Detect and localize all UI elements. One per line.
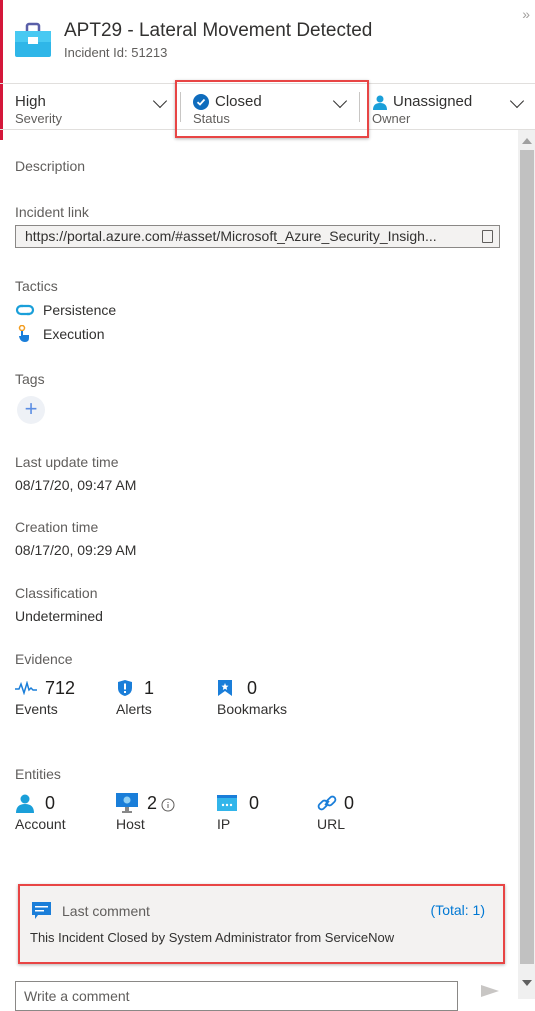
owner-value-row: Unassigned	[372, 93, 472, 110]
last-comment-header: Last comment	[32, 902, 150, 919]
comment-input-placeholder: Write a comment	[24, 988, 130, 1004]
scroll-down-arrow-icon[interactable]	[522, 980, 532, 986]
tags-label: Tags	[15, 371, 45, 387]
ip-label: IP	[217, 816, 231, 832]
owner-label: Owner	[372, 111, 411, 126]
ip-icon	[217, 795, 237, 811]
persistence-icon	[15, 304, 35, 316]
tactic-name: Execution	[43, 326, 105, 342]
tactic-item: Execution	[15, 325, 104, 343]
last-comment-text: This Incident Closed by System Administr…	[30, 930, 395, 945]
severity-label: Severity	[15, 111, 62, 126]
last-comment-title: Last comment	[62, 902, 150, 919]
scrollbar-thumb[interactable]	[520, 150, 534, 964]
host-icon	[116, 793, 138, 813]
scroll-up-arrow-icon[interactable]	[522, 138, 532, 144]
account-label: Account	[15, 816, 66, 832]
alerts-label: Alerts	[116, 701, 152, 717]
incident-header: APT29 - Lateral Movement Detected Incide…	[14, 18, 372, 62]
entities-label: Entities	[15, 766, 61, 782]
incident-link-label: Incident link	[15, 204, 89, 220]
scrollbar[interactable]	[518, 130, 535, 999]
evidence-label: Evidence	[15, 651, 73, 667]
entity-account[interactable]: 0 Account	[15, 792, 66, 833]
events-count: 712	[45, 677, 76, 698]
briefcase-icon	[15, 22, 51, 57]
shield-alert-icon	[118, 680, 132, 696]
entity-host[interactable]: 2 Host	[116, 792, 175, 832]
severity-value: High	[15, 93, 46, 110]
user-icon	[373, 95, 387, 110]
last-update-label: Last update time	[15, 454, 119, 470]
severity-dropdown[interactable]: High Severity	[0, 84, 180, 129]
link-icon	[317, 795, 337, 811]
info-icon[interactable]	[161, 798, 175, 812]
comments-total-link[interactable]: (Total: 1)	[431, 902, 485, 918]
alerts-count: 1	[144, 677, 155, 698]
host-label: Host	[116, 816, 145, 832]
execution-icon	[18, 325, 29, 342]
incident-id: Incident Id: 51213	[64, 45, 168, 60]
status-highlight-box	[175, 80, 369, 138]
last-update-value: 08/17/20, 09:47 AM	[15, 477, 137, 493]
description-label: Description	[15, 158, 86, 174]
last-comment-panel: Last comment (Total: 1) This Incident Cl…	[18, 884, 505, 964]
chevron-down-icon	[152, 93, 168, 109]
creation-time-label: Creation time	[15, 519, 99, 535]
incident-link-value: https://portal.azure.com/#asset/Microsof…	[25, 228, 437, 244]
pulse-icon	[15, 681, 37, 695]
bookmarks-count: 0	[247, 677, 258, 698]
account-icon	[16, 794, 34, 813]
bookmarks-label: Bookmarks	[217, 701, 288, 717]
entity-ip[interactable]: 0 IP	[217, 792, 259, 832]
account-count: 0	[45, 792, 56, 813]
owner-value: Unassigned	[393, 93, 473, 110]
incident-link-field[interactable]: https://portal.azure.com/#asset/Microsof…	[15, 225, 500, 248]
host-count: 2	[147, 792, 158, 813]
owner-dropdown[interactable]: Unassigned Owner	[360, 84, 535, 129]
creation-time-value: 08/17/20, 09:29 AM	[15, 542, 137, 558]
incident-title: APT29 - Lateral Movement Detected	[64, 20, 373, 41]
classification-value: Undetermined	[15, 608, 103, 624]
tactics-label: Tactics	[15, 278, 58, 294]
bookmark-icon	[218, 680, 232, 696]
evidence-bookmarks[interactable]: 0 Bookmarks	[217, 677, 288, 718]
tactic-item: Persistence	[15, 301, 116, 319]
chevron-down-icon	[509, 93, 525, 109]
tactic-name: Persistence	[43, 302, 117, 318]
send-icon[interactable]	[481, 985, 499, 997]
classification-label: Classification	[15, 585, 98, 601]
entity-url[interactable]: 0 URL	[317, 792, 355, 833]
add-tag-button[interactable]: +	[17, 396, 45, 424]
evidence-alerts[interactable]: 1 Alerts	[116, 677, 155, 718]
evidence-events[interactable]: 712 Events	[15, 677, 75, 717]
comment-icon	[32, 902, 51, 919]
ip-count: 0	[249, 792, 260, 813]
copy-icon[interactable]	[482, 230, 493, 243]
expand-panel-icon[interactable]: »	[522, 6, 530, 22]
url-count: 0	[344, 792, 355, 813]
comment-input[interactable]: Write a comment	[15, 981, 458, 1011]
events-label: Events	[15, 701, 58, 717]
url-label: URL	[317, 816, 346, 832]
